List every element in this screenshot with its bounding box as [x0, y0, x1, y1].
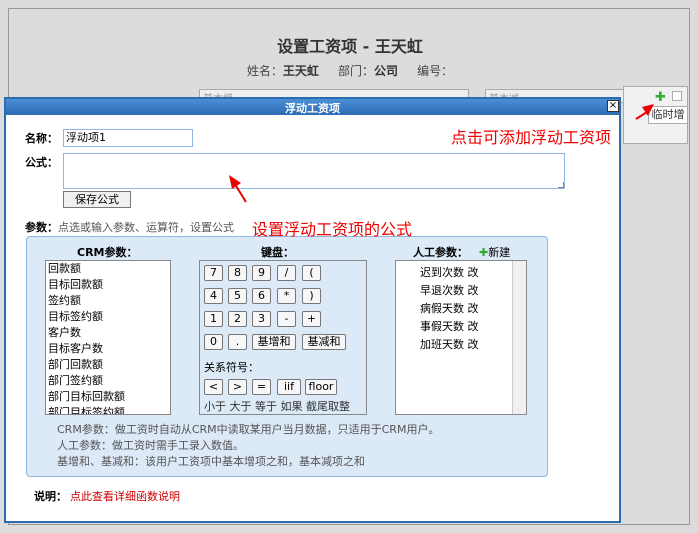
annotation-arrows [229, 104, 654, 203]
arrow-formula-icon [229, 175, 247, 203]
arrow-add-icon [635, 104, 654, 120]
